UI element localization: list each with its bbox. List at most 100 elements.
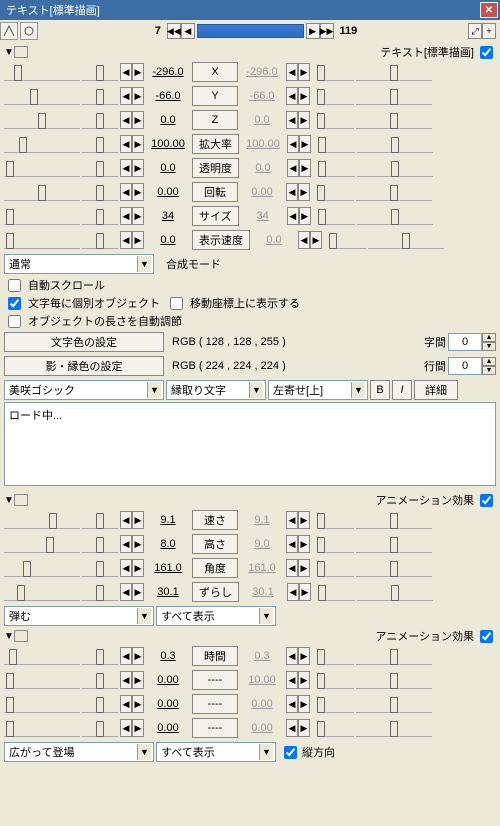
timeline-prev-fast[interactable]: ◀◀: [167, 23, 181, 39]
slider-right-fine[interactable]: [318, 535, 354, 553]
nudge-left-dec[interactable]: ◀: [120, 159, 132, 177]
nudge-left-inc[interactable]: ▶: [132, 647, 144, 665]
char-spacing-input[interactable]: [448, 333, 482, 351]
slider-left[interactable]: [4, 231, 80, 249]
nudge-left-dec[interactable]: ◀: [120, 695, 132, 713]
nudge-left-inc[interactable]: ▶: [132, 207, 144, 225]
param-label-button[interactable]: 高さ: [192, 534, 238, 554]
param-label-button[interactable]: 透明度: [192, 158, 239, 178]
nudge-left-inc[interactable]: ▶: [132, 511, 144, 529]
section-toggle[interactable]: ▼: [4, 495, 14, 506]
nudge-right-dec[interactable]: ◀: [286, 87, 298, 105]
param-label-button[interactable]: 時間: [192, 646, 238, 666]
chk-autolength[interactable]: [8, 315, 21, 328]
nudge-right-inc[interactable]: ▶: [310, 231, 322, 249]
nudge-right-inc[interactable]: ▶: [298, 671, 310, 689]
anim1-type-select[interactable]: 弾む▼: [4, 606, 154, 626]
param-value-right[interactable]: 0.3: [240, 650, 284, 662]
nudge-left-inc[interactable]: ▶: [132, 559, 144, 577]
slider-right-fine[interactable]: [318, 719, 354, 737]
slider-right-fine[interactable]: [318, 511, 354, 529]
slider-right[interactable]: [356, 511, 432, 529]
param-value-left[interactable]: 0.00: [146, 186, 190, 198]
nudge-left-dec[interactable]: ◀: [120, 207, 132, 225]
nudge-right-inc[interactable]: ▶: [298, 535, 310, 553]
nudge-right-inc[interactable]: ▶: [298, 183, 310, 201]
slider-left-fine[interactable]: [82, 159, 118, 177]
nudge-right-dec[interactable]: ◀: [286, 647, 298, 665]
section-enable[interactable]: [480, 494, 493, 507]
slider-left[interactable]: [4, 183, 80, 201]
slider-right[interactable]: [356, 111, 432, 129]
timeline-bar[interactable]: [197, 24, 304, 38]
slider-right[interactable]: [357, 583, 433, 601]
slider-right-fine[interactable]: [318, 671, 354, 689]
nudge-right-dec[interactable]: ◀: [287, 135, 299, 153]
slider-left-fine[interactable]: [82, 207, 118, 225]
nudge-left-inc[interactable]: ▶: [132, 111, 144, 129]
param-value-left[interactable]: 161.0: [146, 562, 190, 574]
anim1-show-select[interactable]: すべて表示▼: [156, 606, 276, 626]
param-value-left[interactable]: 0.0: [146, 234, 190, 246]
nudge-right-inc[interactable]: ▶: [298, 87, 310, 105]
nudge-left-inc[interactable]: ▶: [132, 135, 144, 153]
slider-left[interactable]: [4, 695, 80, 713]
param-value-left[interactable]: -296.0: [146, 66, 190, 78]
slider-left[interactable]: [4, 583, 80, 601]
slider-left-fine[interactable]: [82, 183, 118, 201]
nudge-left-inc[interactable]: ▶: [132, 719, 144, 737]
slider-left-fine[interactable]: [82, 559, 118, 577]
slider-left-fine[interactable]: [82, 583, 118, 601]
param-label-button[interactable]: X: [192, 62, 238, 82]
slider-right[interactable]: [356, 695, 432, 713]
param-value-left[interactable]: 100.00: [146, 138, 190, 150]
slider-right[interactable]: [357, 159, 433, 177]
chk-autoscroll[interactable]: [8, 279, 21, 292]
nudge-right-inc[interactable]: ▶: [298, 695, 310, 713]
tool-icon-2[interactable]: [20, 22, 38, 40]
slider-right-fine[interactable]: [318, 87, 354, 105]
param-value-left[interactable]: 0.0: [146, 114, 190, 126]
nudge-left-dec[interactable]: ◀: [120, 135, 132, 153]
nudge-left-dec[interactable]: ◀: [120, 511, 132, 529]
slider-right-fine[interactable]: [319, 135, 355, 153]
nudge-right-dec[interactable]: ◀: [286, 511, 298, 529]
param-value-right[interactable]: 9.0: [240, 538, 284, 550]
nudge-right-dec[interactable]: ◀: [286, 111, 298, 129]
slider-left[interactable]: [4, 647, 80, 665]
line-spacing-input[interactable]: [448, 357, 482, 375]
chk-movecoords[interactable]: [170, 297, 183, 310]
slider-right[interactable]: [368, 231, 444, 249]
slider-right-fine[interactable]: [318, 695, 354, 713]
nudge-right-inc[interactable]: ▶: [298, 719, 310, 737]
nudge-right-dec[interactable]: ◀: [286, 719, 298, 737]
param-label-button[interactable]: ずらし: [192, 582, 239, 602]
slider-right-fine[interactable]: [319, 159, 355, 177]
section-enable[interactable]: [480, 630, 493, 643]
section-toggle[interactable]: ▼: [4, 631, 14, 642]
slider-right[interactable]: [356, 535, 432, 553]
nudge-left-inc[interactable]: ▶: [132, 695, 144, 713]
edge-color-button[interactable]: 影・縁色の設定: [4, 356, 164, 376]
slider-left-fine[interactable]: [82, 719, 118, 737]
nudge-left-dec[interactable]: ◀: [120, 559, 132, 577]
nudge-left-dec[interactable]: ◀: [120, 671, 132, 689]
slider-right[interactable]: [356, 719, 432, 737]
slider-left[interactable]: [4, 719, 80, 737]
nudge-right-dec[interactable]: ◀: [286, 535, 298, 553]
chk-vertical[interactable]: [284, 746, 297, 759]
chk-percharobj[interactable]: [8, 297, 21, 310]
param-value-right[interactable]: 9.1: [240, 514, 284, 526]
slider-right-fine[interactable]: [319, 207, 355, 225]
slider-right[interactable]: [356, 183, 432, 201]
param-value-right[interactable]: 0.0: [252, 234, 296, 246]
slider-right[interactable]: [356, 671, 432, 689]
slider-left-fine[interactable]: [82, 647, 118, 665]
nudge-left-inc[interactable]: ▶: [132, 183, 144, 201]
font-decoration-select[interactable]: 縁取り文字▼: [166, 380, 266, 400]
slider-right[interactable]: [356, 647, 432, 665]
param-value-left[interactable]: 0.3: [146, 650, 190, 662]
param-label-button[interactable]: Z: [192, 110, 238, 130]
nudge-right-dec[interactable]: ◀: [287, 159, 299, 177]
param-value-right[interactable]: 30.1: [241, 586, 285, 598]
